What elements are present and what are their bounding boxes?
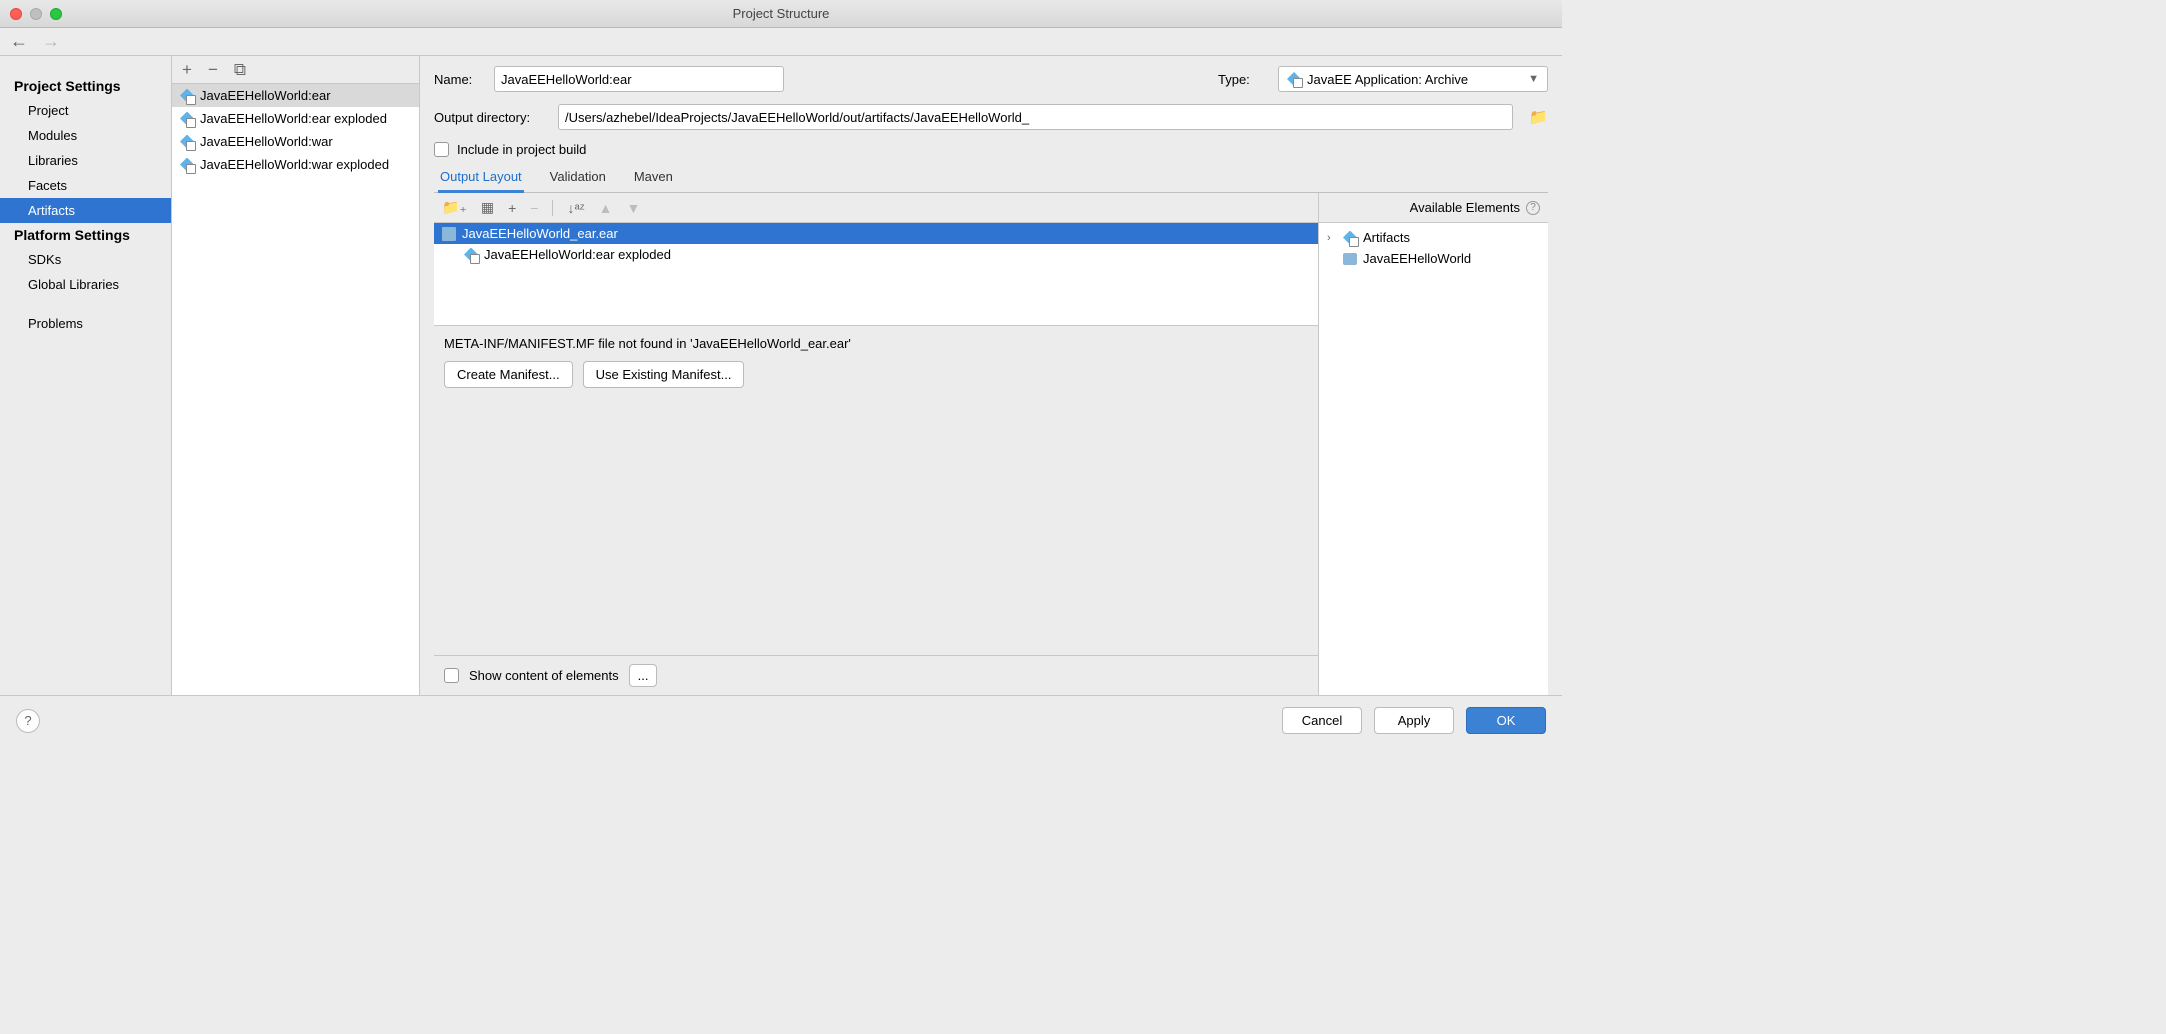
type-value: JavaEE Application: Archive	[1307, 72, 1468, 87]
name-input[interactable]	[494, 66, 784, 92]
layout-tree: JavaEEHelloWorld_ear.ear JavaEEHelloWorl…	[434, 223, 1318, 325]
back-icon[interactable]: ←	[10, 31, 28, 52]
minimize-window-icon[interactable]	[30, 8, 42, 20]
ok-button[interactable]: OK	[1466, 707, 1546, 734]
tree-root[interactable]: JavaEEHelloWorld_ear.ear	[434, 223, 1318, 244]
create-manifest-button[interactable]: Create Manifest...	[444, 361, 573, 388]
available-elements-panel: Available Elements ? › Artifacts › JavaE…	[1318, 193, 1548, 695]
show-content-label: Show content of elements	[469, 668, 619, 683]
artifact-toolbar: + − ⧉	[172, 56, 419, 84]
remove-icon[interactable]: −	[530, 200, 538, 216]
artifact-icon	[1343, 231, 1357, 245]
archive-icon[interactable]: ▦	[481, 199, 494, 216]
outdir-label: Output directory:	[434, 110, 546, 125]
dialog-footer: ? Cancel Apply OK	[0, 695, 1562, 745]
tree-root-label: JavaEEHelloWorld_ear.ear	[462, 226, 618, 241]
sidebar-item-libraries[interactable]: Libraries	[0, 148, 171, 173]
artifact-list-panel: + − ⧉ JavaEEHelloWorld:ear JavaEEHelloWo…	[172, 56, 420, 695]
name-label: Name:	[434, 72, 482, 87]
remove-icon[interactable]: −	[208, 60, 218, 80]
add-icon[interactable]: +	[182, 60, 192, 80]
available-row-project[interactable]: › JavaEEHelloWorld	[1325, 248, 1542, 269]
tab-validation[interactable]: Validation	[548, 163, 608, 192]
show-content-checkbox[interactable]	[444, 668, 459, 683]
tree-child-label: JavaEEHelloWorld:ear exploded	[484, 247, 671, 262]
new-folder-icon[interactable]: 📁₊	[442, 199, 467, 216]
sidebar-heading-platform-settings: Platform Settings	[0, 223, 171, 247]
forward-icon[interactable]: →	[42, 31, 60, 52]
include-checkbox[interactable]	[434, 142, 449, 157]
manifest-message: META-INF/MANIFEST.MF file not found in '…	[444, 336, 1308, 351]
chevron-right-icon: ›	[1327, 232, 1337, 244]
separator	[552, 200, 553, 216]
cancel-button[interactable]: Cancel	[1282, 707, 1362, 734]
layout-toolbar: 📁₊ ▦ + − ↓ᵃᶻ ▲ ▼	[434, 193, 1318, 223]
sidebar-item-global-libraries[interactable]: Global Libraries	[0, 272, 171, 297]
sidebar-heading-project-settings: Project Settings	[0, 74, 171, 98]
artifact-row[interactable]: JavaEEHelloWorld:ear exploded	[172, 107, 419, 130]
tab-output-layout[interactable]: Output Layout	[438, 163, 524, 193]
artifact-icon	[180, 135, 194, 149]
tab-maven[interactable]: Maven	[632, 163, 675, 192]
artifact-label: JavaEEHelloWorld:war	[200, 134, 333, 149]
window-controls	[10, 8, 62, 20]
artifact-row[interactable]: JavaEEHelloWorld:ear	[172, 84, 419, 107]
zoom-window-icon[interactable]	[50, 8, 62, 20]
sidebar-item-facets[interactable]: Facets	[0, 173, 171, 198]
show-content-ellipsis-button[interactable]: ...	[629, 664, 658, 687]
type-label: Type:	[1218, 72, 1266, 87]
move-down-icon[interactable]: ▼	[627, 200, 641, 216]
sidebar-item-problems[interactable]: Problems	[0, 311, 171, 336]
artifact-icon	[180, 158, 194, 172]
output-layout-panel: 📁₊ ▦ + − ↓ᵃᶻ ▲ ▼ JavaEEHelloWorld_ear.ea…	[434, 193, 1318, 695]
ear-archive-icon	[442, 227, 456, 241]
help-icon[interactable]: ?	[1526, 201, 1540, 215]
sidebar-item-project[interactable]: Project	[0, 98, 171, 123]
close-window-icon[interactable]	[10, 8, 22, 20]
help-button[interactable]: ?	[16, 709, 40, 733]
artifact-icon	[1287, 72, 1301, 86]
type-select[interactable]: JavaEE Application: Archive ▼	[1278, 66, 1548, 92]
copy-icon[interactable]: ⧉	[234, 60, 246, 80]
outdir-input[interactable]	[558, 104, 1513, 130]
artifact-label: JavaEEHelloWorld:ear	[200, 88, 331, 103]
window-title: Project Structure	[733, 6, 830, 21]
sidebar-item-modules[interactable]: Modules	[0, 123, 171, 148]
add-copy-icon[interactable]: +	[508, 200, 516, 216]
artifact-row[interactable]: JavaEEHelloWorld:war exploded	[172, 153, 419, 176]
artifact-icon	[180, 112, 194, 126]
include-label: Include in project build	[457, 142, 586, 157]
titlebar: Project Structure	[0, 0, 1562, 28]
available-row-label: JavaEEHelloWorld	[1363, 251, 1471, 266]
available-header: Available Elements	[1410, 200, 1520, 215]
folder-icon	[1343, 253, 1357, 265]
artifact-row[interactable]: JavaEEHelloWorld:war	[172, 130, 419, 153]
available-row-artifacts[interactable]: › Artifacts	[1325, 227, 1542, 248]
artifact-icon	[180, 89, 194, 103]
manifest-area: META-INF/MANIFEST.MF file not found in '…	[434, 325, 1318, 398]
tabs: Output Layout Validation Maven	[434, 163, 1548, 193]
detail-panel: Name: Type: JavaEE Application: Archive …	[420, 56, 1562, 695]
artifact-label: JavaEEHelloWorld:war exploded	[200, 157, 389, 172]
nav-toolbar: ← →	[0, 28, 1562, 56]
sort-icon[interactable]: ↓ᵃᶻ	[567, 200, 584, 216]
use-existing-manifest-button[interactable]: Use Existing Manifest...	[583, 361, 745, 388]
chevron-down-icon: ▼	[1528, 73, 1539, 85]
available-row-label: Artifacts	[1363, 230, 1410, 245]
artifact-icon	[464, 248, 478, 262]
tree-child[interactable]: JavaEEHelloWorld:ear exploded	[434, 244, 1318, 265]
sidebar-item-artifacts[interactable]: Artifacts	[0, 198, 171, 223]
apply-button[interactable]: Apply	[1374, 707, 1454, 734]
sidebar: Project Settings Project Modules Librari…	[0, 56, 172, 695]
browse-folder-icon[interactable]: 📁	[1529, 108, 1548, 126]
artifact-label: JavaEEHelloWorld:ear exploded	[200, 111, 387, 126]
sidebar-item-sdks[interactable]: SDKs	[0, 247, 171, 272]
show-content-row: Show content of elements ...	[434, 655, 1318, 695]
move-up-icon[interactable]: ▲	[599, 200, 613, 216]
